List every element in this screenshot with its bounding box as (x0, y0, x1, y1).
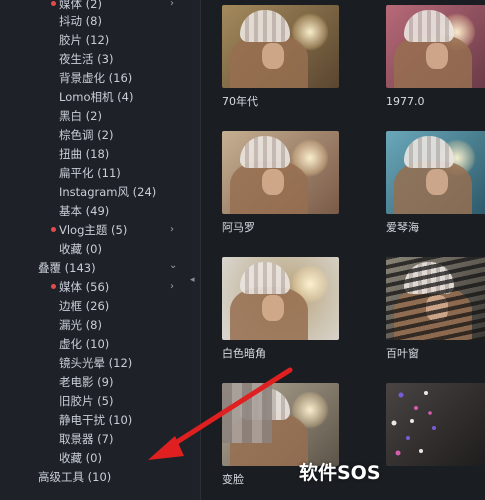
annotation-arrow (148, 367, 293, 460)
watermark-text: 软件SOS (299, 462, 381, 484)
